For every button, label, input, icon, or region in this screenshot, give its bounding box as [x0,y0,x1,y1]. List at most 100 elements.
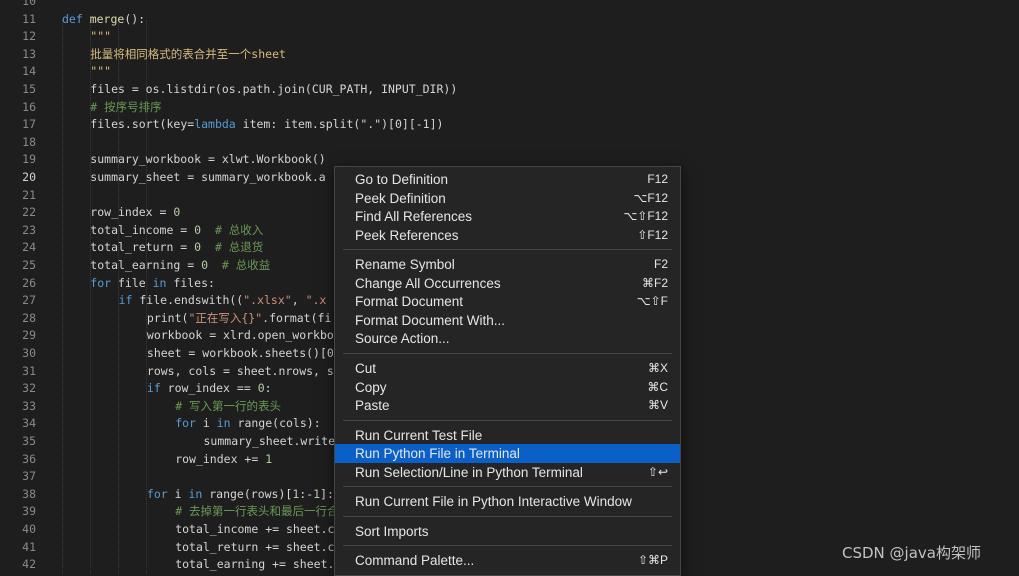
code-token: if [118,293,140,308]
code-token: i [174,486,189,501]
code-line[interactable]: 15 files = os.listdir(os.path.join(CUR_PA… [0,80,1019,98]
code-text: total_earning = 0 # 总收益 [90,256,270,274]
line-number: 22 [22,205,36,220]
code-line[interactable]: 10 [0,0,1019,10]
code-token: i [202,416,217,431]
menu-item-format-document-with[interactable]: Format Document With... [335,311,680,330]
keyboard-shortcut: ⌥⇧F [636,294,668,309]
menu-item-label: Sort Imports [355,523,429,539]
code-text: """ [90,27,111,45]
code-text: summary_sheet.write [204,432,336,450]
code-token: # 总收入 [201,222,264,237]
code-token: row_index += [175,451,266,466]
code-line[interactable]: 11 def merge(): [0,10,1019,28]
code-text: rows, cols = sheet.nrows, s [147,362,334,380]
code-token: summary_sheet = summary_workbook.a [90,170,326,184]
code-token: :- [299,486,314,501]
code-token: in [152,275,174,290]
keyboard-shortcut: ⌥F12 [633,190,668,205]
line-number: 12 [22,29,36,44]
menu-item-paste[interactable]: Paste ⌘V [335,396,680,415]
code-token: """ [90,29,112,44]
menu-item-rename-symbol[interactable]: Rename Symbol F2 [335,255,680,274]
menu-item-change-all-occurrences[interactable]: Change All Occurrences ⌘F2 [335,274,680,293]
line-number: 19 [22,152,36,167]
code-token: total_income = [90,222,195,237]
menu-item-label: Copy [355,379,387,395]
menu-item-run-python-file-in-terminal[interactable]: Run Python File in Terminal [335,444,680,464]
code-line[interactable]: 17 files.sort(key=lambda item: item.split… [0,115,1019,133]
code-token: for [175,416,203,431]
menu-item-label: Format Document [355,294,464,310]
keyboard-shortcut: ⇧⌘P [637,553,668,568]
menu-item-find-all-references[interactable]: Find All References ⌥⇧F12 [335,207,680,226]
menu-separator [343,515,672,517]
code-token: .format(fi [262,310,332,325]
line-number: 31 [22,363,36,378]
code-token: # 去掉第一行表头和最后一行合 [175,504,339,519]
code-text: if row_index == 0: [147,379,272,397]
code-token: row_index = [90,205,174,220]
line-number: 42 [22,557,36,572]
menu-item-command-palette[interactable]: Command Palette... ⇧⌘P [335,551,680,570]
line-number: 33 [22,398,36,413]
menu-separator [343,352,672,354]
menu-item-label: Format Document With... [355,312,506,328]
code-text: total_return = 0 # 总退货 [90,238,263,256]
menu-item-run-current-test-file[interactable]: Run Current Test File [335,426,680,445]
menu-item-label: Cut [355,360,377,376]
code-token: in [216,416,238,431]
code-token: merge [89,11,125,26]
menu-item-label: Run Current File in Python Interactive W… [355,494,632,510]
keyboard-shortcut: ⇧F12 [637,227,668,242]
code-token: lambda [194,117,243,132]
menu-item-label: Peek Definition [355,190,446,206]
menu-item-go-to-definition[interactable]: Go to Definition F12 [335,170,680,189]
code-token: : [264,381,272,396]
code-token: ]: [320,486,334,501]
code-line[interactable]: 12 """ [0,27,1019,45]
code-token: total_earning = [90,258,202,272]
line-number: 15 [22,82,36,96]
menu-item-run-selection-line[interactable]: Run Selection/Line in Python Terminal ⇧↩ [335,463,680,482]
code-token: (): [124,11,146,26]
menu-item-sort-imports[interactable]: Sort Imports [335,522,680,541]
menu-item-cut[interactable]: Cut ⌘X [335,359,680,378]
code-text: """ [90,62,111,80]
code-token: total_earning += sheet. [175,557,335,572]
line-number: 26 [22,275,36,290]
code-text: # 写入第一行的表头 [175,397,281,415]
code-token: # 总收益 [208,258,271,272]
code-line[interactable]: 16 # 按序号排序 [0,98,1019,116]
code-text: total_income = 0 # 总收入 [90,221,263,239]
code-token: ".x [305,293,327,308]
code-token: summary_sheet.write [203,434,336,448]
code-line[interactable]: 13 批量将相同格式的表合并至一个sheet [0,45,1019,63]
keyboard-shortcut: ⌘X [647,360,668,375]
line-number: 39 [22,504,36,519]
code-token: 0 [257,381,265,396]
menu-item-source-action[interactable]: Source Action... [335,329,680,348]
code-text: total_return += sheet.c [175,538,334,556]
context-menu: Go to Definition F12 Peek Definition ⌥F12 Fi… [334,166,681,576]
code-token: for [90,275,118,290]
code-text: summary_sheet = summary_workbook.a [90,168,325,186]
line-number: 34 [22,416,36,431]
code-token: , [291,293,306,308]
menu-item-format-document[interactable]: Format Document ⌥⇧F [335,292,680,311]
menu-item-run-current-file-interactive[interactable]: Run Current File in Python Interactive W… [335,492,680,511]
menu-item-copy[interactable]: Copy ⌘C [335,378,680,397]
code-token: key [166,117,188,132]
code-token: file [118,275,153,290]
menu-item-label: Rename Symbol [355,257,455,273]
code-token: item: item.split(".")[0][-1]) [242,117,444,132]
code-text: total_income += sheet.c [175,520,334,538]
code-token: "正在写入{}" [188,310,263,325]
code-line[interactable]: 14 """ [0,62,1019,80]
menu-item-peek-definition[interactable]: Peek Definition ⌥F12 [335,189,680,208]
keyboard-shortcut: ⌘V [647,398,668,413]
menu-item-peek-references[interactable]: Peek References ⇧F12 [335,226,680,245]
code-line[interactable]: 18 [0,133,1019,151]
code-text: summary_workbook = xlwt.Workbook() [90,150,325,168]
code-token: 1 [265,451,273,466]
